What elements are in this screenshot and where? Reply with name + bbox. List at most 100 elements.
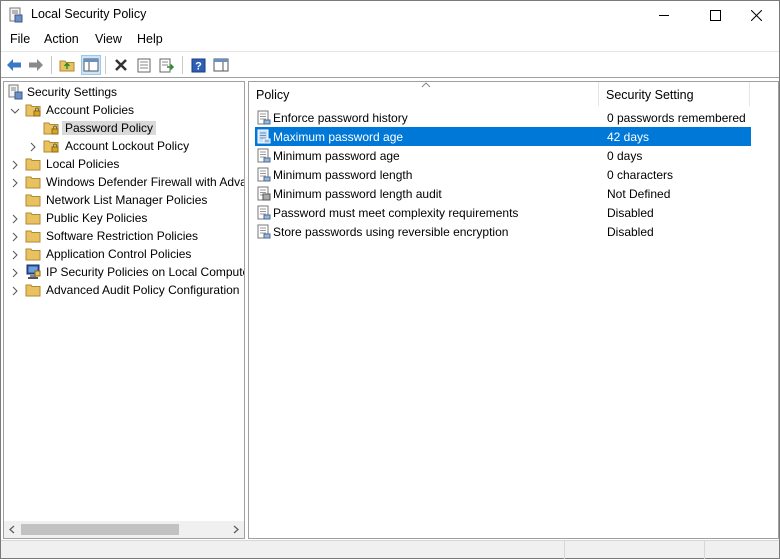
show-action-pane-button[interactable]	[211, 55, 231, 75]
tree-item-password-policy[interactable]: Password Policy	[4, 119, 244, 137]
column-header-security-setting[interactable]: Security Setting	[599, 82, 750, 106]
tree-item-network-list-manager[interactable]: Network List Manager Policies	[4, 191, 244, 209]
properties-button[interactable]	[134, 55, 154, 75]
tree-item-local-policies[interactable]: Local Policies	[4, 155, 244, 173]
close-icon	[750, 9, 762, 21]
minimize-button[interactable]	[641, 1, 687, 29]
ip-security-computer-icon	[25, 264, 42, 280]
folder-lock-icon	[25, 102, 42, 118]
toolbar-separator	[105, 56, 106, 74]
list-row[interactable]: Password must meet complexity requiremen…	[255, 203, 751, 222]
back-icon	[7, 59, 21, 71]
svg-text:?: ?	[195, 60, 202, 72]
tree-item-application-control[interactable]: Application Control Policies	[4, 245, 244, 263]
title-bar[interactable]: Local Security Policy	[1, 1, 779, 29]
tree-label: Account Lockout Policy	[65, 139, 190, 153]
tree-item-software-restriction[interactable]: Software Restriction Policies	[4, 227, 244, 245]
delete-button[interactable]	[111, 55, 131, 75]
chevron-right-icon[interactable]	[10, 177, 20, 188]
policy-name: Password must meet complexity requiremen…	[273, 206, 519, 220]
tree-label: Security Settings	[27, 85, 118, 99]
minimize-icon	[659, 15, 669, 16]
tree-label: Network List Manager Policies	[46, 193, 208, 207]
policy-audit-icon	[257, 186, 271, 201]
policy-name: Minimum password age	[273, 149, 400, 163]
tree-item-advanced-audit[interactable]: Advanced Audit Policy Configuration	[4, 281, 244, 299]
back-button[interactable]	[4, 55, 24, 75]
policy-setting-icon	[257, 224, 271, 239]
chevron-right-icon[interactable]	[28, 141, 38, 152]
close-button[interactable]	[733, 1, 779, 29]
forward-icon	[29, 59, 43, 71]
toolbar-separator	[182, 56, 183, 74]
policy-value: Not Defined	[607, 187, 671, 201]
help-icon: ?	[191, 58, 205, 72]
maximize-button[interactable]	[692, 1, 738, 29]
chevron-right-icon[interactable]	[10, 213, 20, 224]
status-bar	[1, 540, 779, 559]
policy-name: Minimum password length	[273, 168, 413, 182]
tree-item-account-lockout-policy[interactable]: Account Lockout Policy	[4, 137, 244, 155]
list-row[interactable]: Minimum password length audit Not Define…	[255, 184, 751, 203]
policy-value: 0 characters	[607, 168, 674, 182]
tree-item-public-key-policies[interactable]: Public Key Policies	[4, 209, 244, 227]
scroll-right-icon[interactable]	[231, 524, 241, 535]
policy-setting-icon	[257, 148, 271, 163]
horizontal-scrollbar[interactable]	[4, 521, 244, 538]
folder-icon	[25, 192, 42, 208]
menu-view[interactable]: View	[95, 32, 122, 46]
list-row[interactable]: Minimum password age 0 days	[255, 146, 751, 165]
tree-label: Local Policies	[46, 157, 120, 171]
scrollbar-thumb[interactable]	[21, 524, 179, 535]
chevron-right-icon[interactable]	[10, 285, 20, 296]
policy-setting-icon	[257, 167, 271, 182]
policy-value: 0 days	[607, 149, 643, 163]
policy-setting-icon	[257, 110, 271, 125]
menu-help[interactable]: Help	[137, 32, 163, 46]
tree-label: Public Key Policies	[46, 211, 148, 225]
scroll-left-icon[interactable]	[7, 524, 17, 535]
tree-item-security-settings[interactable]: Security Settings	[4, 83, 244, 101]
show-action-pane-icon	[213, 58, 229, 72]
menu-action[interactable]: Action	[44, 32, 79, 46]
policy-name: Maximum password age	[273, 130, 404, 144]
list-row[interactable]: Store passwords using reversible encrypt…	[255, 222, 751, 241]
policy-value: Disabled	[607, 206, 654, 220]
help-button[interactable]: ?	[188, 55, 208, 75]
chevron-down-icon[interactable]	[10, 105, 20, 115]
menu-bar: File Action View Help	[1, 29, 779, 51]
policy-setting-icon	[257, 205, 271, 220]
tree-label: Windows Defender Firewall with Adva	[46, 175, 245, 189]
tree-item-windows-defender-firewall[interactable]: Windows Defender Firewall with Adva	[4, 173, 244, 191]
console-tree-pane[interactable]: Security Settings Account Policies Passw…	[3, 81, 245, 539]
policy-value: Disabled	[607, 225, 654, 239]
list-row[interactable]: Minimum password length 0 characters	[255, 165, 751, 184]
toolbar-separator	[51, 56, 52, 74]
column-header-policy[interactable]: Policy	[249, 82, 599, 106]
chevron-right-icon[interactable]	[10, 249, 20, 260]
status-cell	[704, 541, 779, 559]
chevron-right-icon[interactable]	[10, 159, 20, 170]
chevron-right-icon[interactable]	[10, 231, 20, 242]
show-hide-console-tree-button[interactable]	[81, 55, 101, 75]
maximize-icon	[709, 9, 721, 21]
policy-name: Store passwords using reversible encrypt…	[273, 225, 509, 239]
folder-icon	[25, 156, 42, 172]
up-folder-icon	[59, 60, 75, 72]
up-one-level-button[interactable]	[57, 55, 77, 75]
menu-file[interactable]: File	[10, 32, 30, 46]
window-title: Local Security Policy	[31, 7, 147, 21]
export-list-button[interactable]	[157, 55, 177, 75]
list-row-selected[interactable]: Maximum password age 42 days	[255, 127, 751, 146]
folder-icon	[25, 174, 42, 190]
tree-label: Account Policies	[46, 103, 135, 117]
list-row[interactable]: Enforce password history 0 passwords rem…	[255, 108, 751, 127]
delete-icon	[115, 59, 127, 71]
tree-item-ip-security[interactable]: IP Security Policies on Local Compute	[4, 263, 244, 281]
tree-item-account-policies[interactable]: Account Policies	[4, 101, 244, 119]
forward-button[interactable]	[26, 55, 46, 75]
policy-value: 0 passwords remembered	[607, 111, 746, 125]
folder-icon	[25, 282, 42, 298]
properties-icon	[137, 58, 151, 72]
chevron-right-icon[interactable]	[10, 267, 20, 278]
